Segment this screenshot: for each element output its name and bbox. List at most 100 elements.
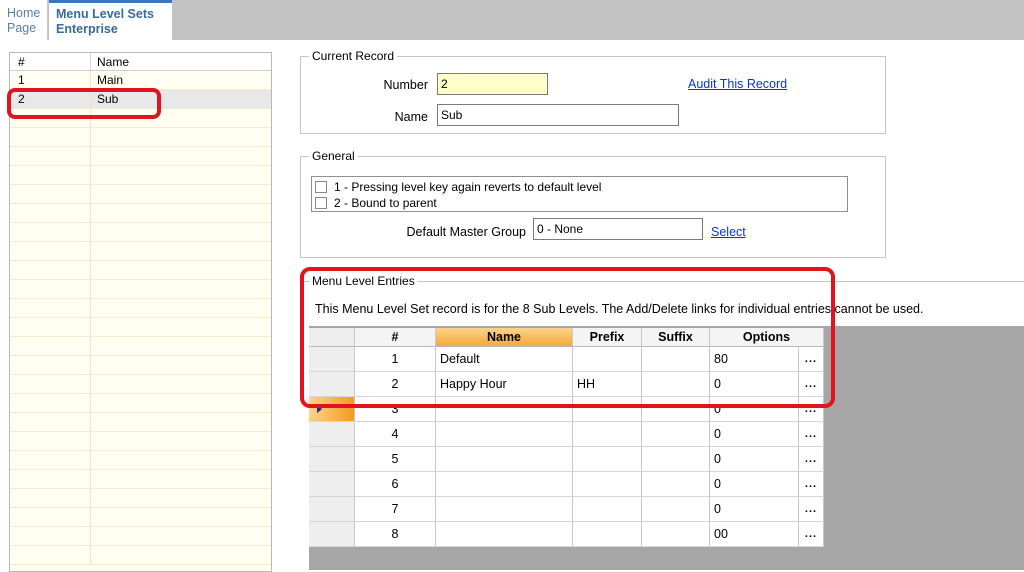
cell-name[interactable] <box>436 497 573 522</box>
cell-suffix[interactable] <box>642 347 710 372</box>
row-selector[interactable] <box>309 522 355 547</box>
cell-suffix[interactable] <box>642 372 710 397</box>
empty-cell <box>91 394 271 412</box>
grid-row[interactable]: 3 0... <box>309 397 824 422</box>
cell-name[interactable] <box>436 522 573 547</box>
grid-row[interactable]: 5 0... <box>309 447 824 472</box>
empty-record-row <box>10 147 271 166</box>
row-selector[interactable] <box>309 397 355 422</box>
tab-home-page[interactable]: Home Page <box>0 0 48 40</box>
empty-record-row <box>10 337 271 356</box>
record-row-sub[interactable]: 2 Sub <box>10 90 271 109</box>
empty-record-row <box>10 470 271 489</box>
grid-row[interactable]: 4 0... <box>309 422 824 447</box>
cell-name[interactable]: Default <box>436 347 573 372</box>
cell-prefix[interactable] <box>573 447 642 472</box>
record-name: Main <box>97 73 124 87</box>
row-selector[interactable] <box>309 372 355 397</box>
cell-suffix[interactable] <box>642 497 710 522</box>
cell-options[interactable]: 00 <box>710 522 799 547</box>
audit-record-link[interactable]: Audit This Record <box>688 77 787 91</box>
number-field[interactable]: 2 <box>437 73 548 95</box>
empty-cell <box>91 204 271 222</box>
cell-number: 8 <box>355 522 436 547</box>
cell-options[interactable]: 0 <box>710 397 799 422</box>
cell-options[interactable]: 0 <box>710 472 799 497</box>
grid-row[interactable]: 7 0... <box>309 497 824 522</box>
select-master-group-link[interactable]: Select <box>711 225 746 239</box>
general-options-list: 1 - Pressing level key again reverts to … <box>311 176 848 212</box>
options-ellipsis-button[interactable]: ... <box>799 347 824 372</box>
record-row-main[interactable]: 1 Main <box>10 71 271 90</box>
cell-suffix[interactable] <box>642 447 710 472</box>
empty-cell <box>91 128 271 146</box>
cell-prefix[interactable] <box>573 522 642 547</box>
cell-number: 1 <box>355 347 436 372</box>
grid-row[interactable]: 6 0... <box>309 472 824 497</box>
column-header-number[interactable]: # <box>10 53 91 70</box>
grid-row[interactable]: 2 Happy Hour HH 0... <box>309 372 824 397</box>
default-master-group-field[interactable]: 0 - None <box>533 218 703 240</box>
option-checkbox[interactable] <box>315 181 327 193</box>
empty-cell <box>91 147 271 165</box>
options-ellipsis-button[interactable]: ... <box>799 397 824 422</box>
cell-name[interactable] <box>436 472 573 497</box>
option-checkbox[interactable] <box>315 197 327 209</box>
options-ellipsis-button[interactable]: ... <box>799 522 824 547</box>
cell-prefix[interactable]: HH <box>573 372 642 397</box>
name-field[interactable]: Sub <box>437 104 679 126</box>
empty-record-row <box>10 508 271 527</box>
cell-prefix[interactable] <box>573 472 642 497</box>
empty-cell <box>91 280 271 298</box>
option-bound-to-parent[interactable]: 2 - Bound to parent <box>315 195 437 211</box>
grid-row[interactable]: 8 00... <box>309 522 824 547</box>
cell-name[interactable] <box>436 422 573 447</box>
cell-suffix[interactable] <box>642 397 710 422</box>
record-number: 2 <box>10 90 91 108</box>
row-selector[interactable] <box>309 422 355 447</box>
options-ellipsis-button[interactable]: ... <box>799 447 824 472</box>
options-ellipsis-button[interactable]: ... <box>799 472 824 497</box>
empty-record-row <box>10 375 271 394</box>
cell-prefix[interactable] <box>573 422 642 447</box>
cell-suffix[interactable] <box>642 522 710 547</box>
column-header-suffix[interactable]: Suffix <box>642 328 710 347</box>
options-ellipsis-button[interactable]: ... <box>799 372 824 397</box>
column-header-name[interactable]: Name <box>436 328 573 347</box>
empty-cell <box>10 375 91 393</box>
empty-record-row <box>10 356 271 375</box>
row-selector[interactable] <box>309 447 355 472</box>
cell-suffix[interactable] <box>642 422 710 447</box>
menu-level-entries-title: Menu Level Entries <box>310 274 417 288</box>
column-header-prefix[interactable]: Prefix <box>573 328 642 347</box>
cell-number: 5 <box>355 447 436 472</box>
empty-record-row <box>10 109 271 128</box>
cell-name[interactable] <box>436 397 573 422</box>
empty-cell <box>91 318 271 336</box>
tab-menu-level-sets[interactable]: Menu Level Sets Enterprise <box>49 0 172 40</box>
cell-options[interactable]: 0 <box>710 372 799 397</box>
cell-options[interactable]: 80 <box>710 347 799 372</box>
cell-name[interactable] <box>436 447 573 472</box>
column-header-name[interactable]: Name <box>91 53 271 70</box>
cell-suffix[interactable] <box>642 472 710 497</box>
cell-options[interactable]: 0 <box>710 497 799 522</box>
cell-options[interactable]: 0 <box>710 422 799 447</box>
cell-options[interactable]: 0 <box>710 447 799 472</box>
cell-prefix[interactable] <box>573 397 642 422</box>
cell-prefix[interactable] <box>573 497 642 522</box>
option-revert-default[interactable]: 1 - Pressing level key again reverts to … <box>315 179 601 195</box>
column-header-options[interactable]: Options <box>710 328 824 347</box>
options-ellipsis-button[interactable]: ... <box>799 497 824 522</box>
cell-prefix[interactable] <box>573 347 642 372</box>
row-selector[interactable] <box>309 497 355 522</box>
record-name: Sub <box>97 92 119 106</box>
options-ellipsis-button[interactable]: ... <box>799 422 824 447</box>
column-header-number[interactable]: # <box>355 328 436 347</box>
empty-record-row <box>10 185 271 204</box>
row-selector[interactable] <box>309 347 355 372</box>
grid-row[interactable]: 1 Default 80... <box>309 347 824 372</box>
cell-name[interactable]: Happy Hour <box>436 372 573 397</box>
empty-cell <box>91 166 271 184</box>
row-selector[interactable] <box>309 472 355 497</box>
